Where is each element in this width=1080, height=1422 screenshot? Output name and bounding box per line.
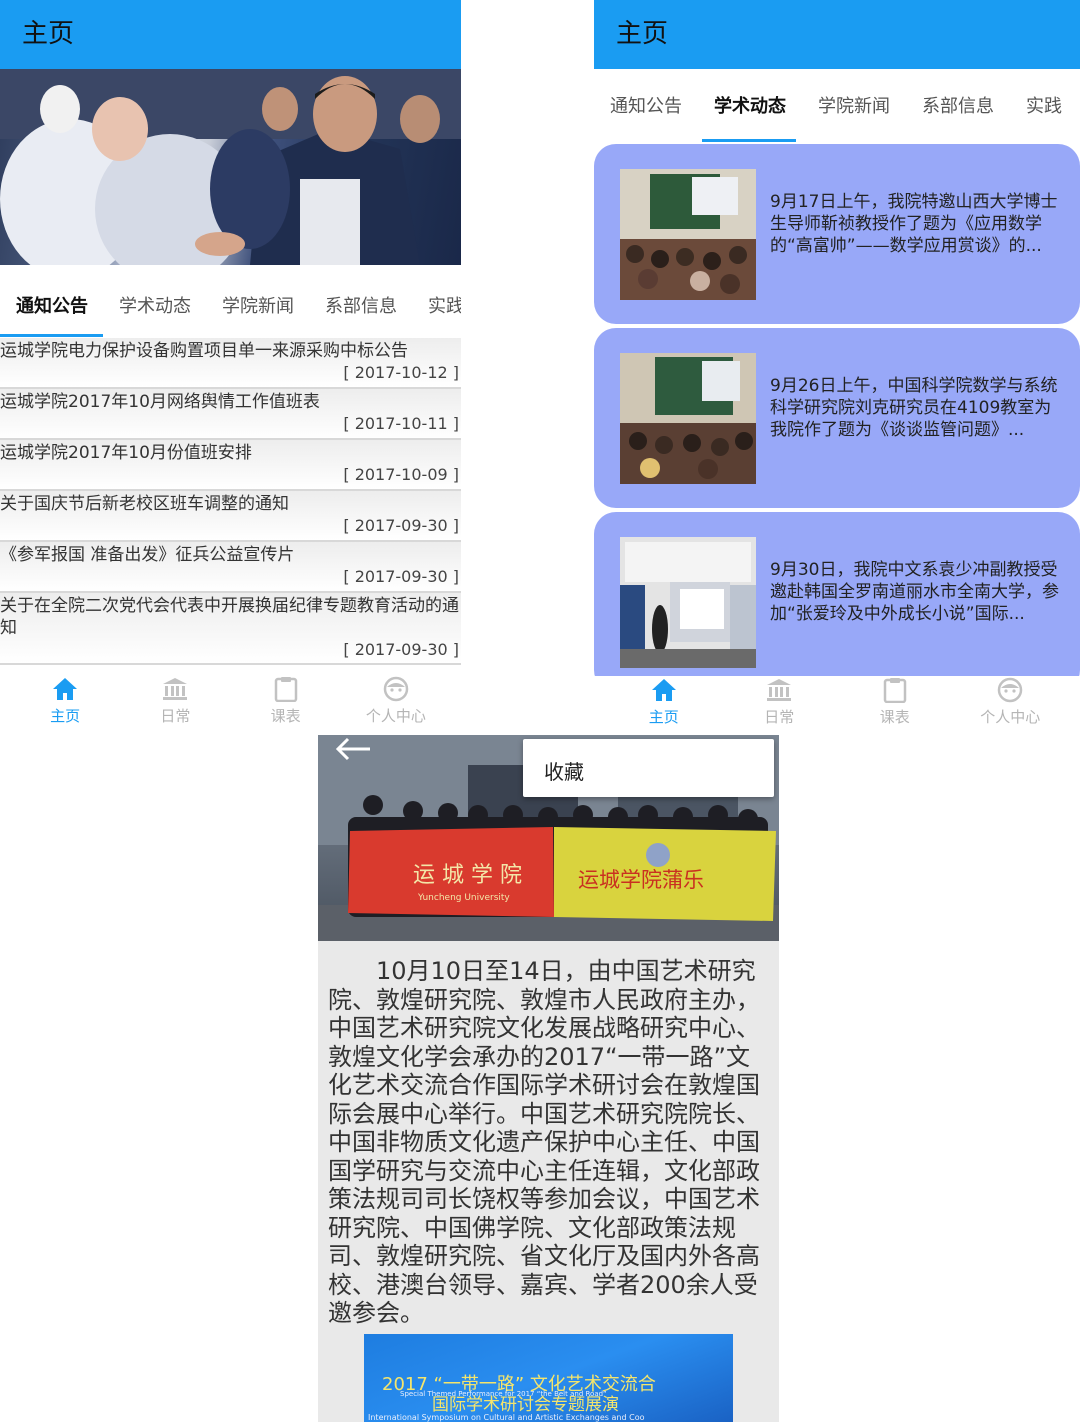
banner-left-subtext: Yuncheng University [417, 893, 510, 903]
notice-title: 《参军报国 准备出发》征兵公益宣传片 [0, 545, 295, 565]
category-tabs: 通知公告 学术动态 学院新闻 系部信息 实践 [594, 75, 1080, 135]
bank-icon [765, 676, 793, 704]
notice-date: [ 2017-09-30 ] [343, 640, 459, 659]
face-icon [996, 676, 1024, 704]
nav-label: 课表 [270, 707, 301, 725]
nav-daily[interactable]: 日常 [729, 676, 829, 727]
tab-academic[interactable]: 学术动态 [698, 92, 802, 118]
face-icon [382, 675, 410, 703]
news-thumbnail [620, 537, 756, 668]
list-item[interactable]: 《参军报国 准备出发》征兵公益宣传片 [ 2017-09-30 ] [0, 542, 461, 593]
tab-notices[interactable]: 通知公告 [594, 92, 698, 118]
banner-left-text: 运 城 学 院 [413, 863, 522, 888]
banner-right-text: 运城学院蒲乐 [578, 868, 704, 892]
home-icon [51, 675, 79, 703]
notice-title: 运城学院2017年10月网络舆情工作值班表 [0, 392, 320, 412]
academic-screen: 主页 通知公告 学术动态 学院新闻 系部信息 实践 9月17日上午，我院特邀山西… [594, 0, 1080, 733]
banner-carousel[interactable] [0, 69, 461, 265]
notice-date: [ 2017-10-11 ] [343, 414, 459, 433]
nav-profile[interactable]: 个人中心 [346, 675, 446, 726]
nav-label: 个人中心 [365, 707, 426, 725]
news-card[interactable]: 9月30日，我院中文系袁少冲副教授受邀赴韩国全罗南道丽水市全南大学，参加“张爱玲… [594, 512, 1080, 692]
notice-screen: 主页 通知公告 学术动态 学院新闻 系部信息 实践 运城学院电力保护设备购置项目… [0, 0, 461, 733]
news-summary: 9月30日，我院中文系袁少冲副教授受邀赴韩国全罗南道丽水市全南大学，参加“张爱玲… [770, 560, 1059, 624]
tab-department-info[interactable]: 系部信息 [906, 92, 1010, 118]
favorite-menu-item[interactable]: 收藏 [544, 756, 584, 785]
list-item[interactable]: 运城学院电力保护设备购置项目单一来源采购中标公告 [ 2017-10-12 ] [0, 338, 461, 389]
nav-schedule[interactable]: 课表 [845, 676, 945, 727]
app-bar: 主页 [0, 0, 461, 69]
clipboard-icon [881, 676, 909, 704]
tab-academic[interactable]: 学术动态 [103, 292, 206, 318]
notice-title: 运城学院2017年10月份值班安排 [0, 443, 252, 463]
nav-schedule[interactable]: 课表 [236, 675, 336, 726]
category-tabs: 通知公告 学术动态 学院新闻 系部信息 实践 [0, 274, 461, 336]
nav-label: 日常 [764, 708, 795, 726]
tab-practice[interactable]: 实践 [412, 292, 461, 318]
nav-daily[interactable]: 日常 [125, 675, 225, 726]
poster-line-3: 国际学术研讨会专题展演 [432, 1395, 619, 1415]
notice-list: 运城学院电力保护设备购置项目单一来源采购中标公告 [ 2017-10-12 ] … [0, 338, 461, 665]
tab-practice[interactable]: 实践 [1010, 92, 1078, 118]
nav-label: 课表 [879, 708, 910, 726]
notice-date: [ 2017-09-30 ] [343, 516, 459, 535]
home-icon [650, 676, 678, 704]
notice-title: 关于在全院二次党代会代表中开展换届纪律专题教育活动的通知 [0, 596, 459, 638]
nav-label: 主页 [648, 708, 679, 726]
notice-title: 关于国庆节后新老校区班车调整的通知 [0, 494, 289, 514]
notice-date: [ 2017-10-12 ] [343, 363, 459, 382]
app-bar: 主页 [594, 0, 1080, 69]
nav-home[interactable]: 主页 [614, 676, 714, 727]
banner-image [0, 69, 461, 265]
tab-indicator [702, 139, 796, 142]
nav-home[interactable]: 主页 [15, 675, 115, 726]
clipboard-icon [272, 675, 300, 703]
news-summary: 9月17日上午，我院特邀山西大学博士生导师靳祯教授作了题为《应用数学的“高富帅”… [770, 192, 1058, 256]
notice-date: [ 2017-10-09 ] [343, 465, 459, 484]
list-item[interactable]: 运城学院2017年10月份值班安排 [ 2017-10-09 ] [0, 440, 461, 491]
bank-icon [161, 675, 189, 703]
notice-title: 运城学院电力保护设备购置项目单一来源采购中标公告 [0, 341, 408, 361]
bottom-nav: 主页 日常 课表 个人中心 [0, 675, 461, 733]
nav-label: 日常 [160, 707, 191, 725]
list-item[interactable]: 关于国庆节后新老校区班车调整的通知 [ 2017-09-30 ] [0, 491, 461, 542]
news-card[interactable]: 9月17日上午，我院特邀山西大学博士生导师靳祯教授作了题为《应用数学的“高富帅”… [594, 144, 1080, 324]
article-poster: 2017 “一带一路” 文化艺术交流合 Special Themed Perfo… [364, 1334, 733, 1422]
poster-line-4: International Symposium on Cultural and … [368, 1413, 645, 1422]
news-summary: 9月26日上午，中国科学院数学与系统科学研究院刘克研究员在4109教室为我院作了… [770, 376, 1058, 440]
news-thumbnail [620, 169, 756, 300]
arrow-left-icon[interactable] [334, 735, 374, 771]
nav-profile[interactable]: 个人中心 [960, 676, 1060, 727]
tab-notices[interactable]: 通知公告 [0, 292, 103, 318]
notice-date: [ 2017-09-30 ] [343, 567, 459, 586]
tab-indicator [0, 334, 103, 337]
overflow-menu: 收藏 [523, 739, 774, 797]
bottom-nav: 主页 日常 课表 个人中心 [594, 676, 1080, 733]
page-title: 主页 [22, 19, 75, 49]
tab-department-info[interactable]: 系部信息 [309, 292, 412, 318]
news-thumbnail [620, 353, 756, 484]
tab-college-news[interactable]: 学院新闻 [206, 292, 309, 318]
page-title: 主页 [616, 19, 669, 49]
list-item[interactable]: 运城学院2017年10月网络舆情工作值班表 [ 2017-10-11 ] [0, 389, 461, 440]
tab-college-news[interactable]: 学院新闻 [802, 92, 906, 118]
nav-label: 个人中心 [980, 708, 1041, 726]
article-body: 10月10日至14日，由中国艺术研究院、敦煌研究院、敦煌市人民政府主办，中国艺术… [328, 957, 760, 1327]
article-screen: 运 城 学 院 Yuncheng University 运城学院蒲乐 收藏 10… [318, 735, 779, 1422]
news-card[interactable]: 9月26日上午，中国科学院数学与系统科学研究院刘克研究员在4109教室为我院作了… [594, 328, 1080, 508]
list-item[interactable]: 关于在全院二次党代会代表中开展换届纪律专题教育活动的通知 [ 2017-09-3… [0, 593, 461, 665]
nav-label: 主页 [50, 707, 81, 725]
